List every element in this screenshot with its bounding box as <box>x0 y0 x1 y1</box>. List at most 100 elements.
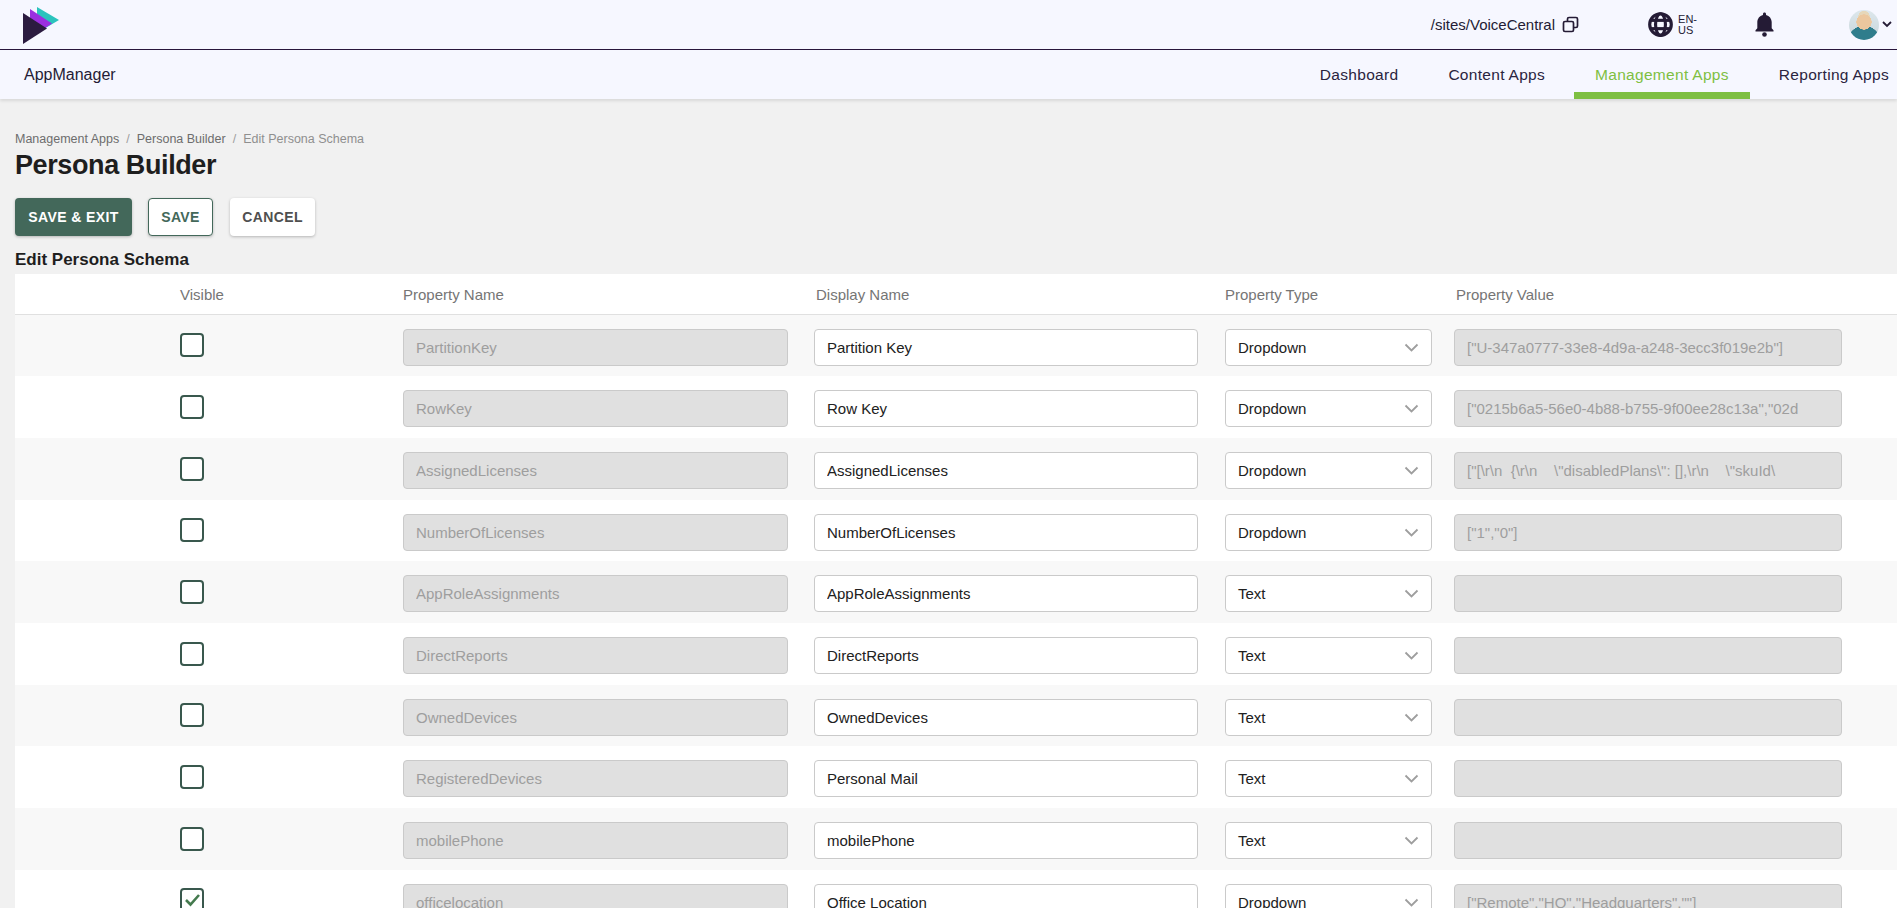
globe-icon <box>1647 11 1674 38</box>
property-type-value: Text <box>1238 709 1266 726</box>
user-menu[interactable] <box>1849 10 1892 40</box>
property-name-input <box>403 514 788 551</box>
property-value-input <box>1454 760 1842 797</box>
language-selector[interactable]: EN- US <box>1647 11 1697 38</box>
visible-checkbox[interactable] <box>180 827 204 851</box>
display-name-input[interactable] <box>814 575 1198 612</box>
property-type-value: Text <box>1238 585 1266 602</box>
column-header-visible: Visible <box>180 274 224 314</box>
cancel-button[interactable]: CANCEL <box>230 198 315 236</box>
property-type-select[interactable]: Text <box>1225 699 1432 736</box>
table-row: Text <box>15 808 1897 870</box>
table-row: Dropdown <box>15 376 1897 438</box>
nav-item-label: Content Apps <box>1448 66 1545 84</box>
column-header-property-name: Property Name <box>403 274 504 314</box>
property-type-select[interactable]: Dropdown <box>1225 390 1432 427</box>
save-and-exit-button[interactable]: SAVE & EXIT <box>15 198 132 236</box>
property-type-select[interactable]: Text <box>1225 822 1432 859</box>
property-type-select[interactable]: Text <box>1225 760 1432 797</box>
nav-item-label: Reporting Apps <box>1779 66 1889 84</box>
table-row: Text <box>15 685 1897 747</box>
table-row: Dropdown <box>15 500 1897 562</box>
property-name-input <box>403 760 788 797</box>
visible-checkbox[interactable] <box>180 703 204 727</box>
toolbar: SAVE & EXIT SAVE CANCEL <box>15 198 315 236</box>
user-menu-chevron-icon <box>1882 21 1892 28</box>
notifications-bell-icon[interactable] <box>1753 11 1776 38</box>
property-type-select[interactable]: Dropdown <box>1225 329 1432 366</box>
visible-checkbox[interactable] <box>180 333 204 357</box>
column-header-display-name: Display Name <box>816 274 909 314</box>
table-row: Text <box>15 623 1897 685</box>
display-name-input[interactable] <box>814 699 1198 736</box>
property-name-input <box>403 329 788 366</box>
window-copy-icon[interactable] <box>1562 16 1579 33</box>
display-name-input[interactable] <box>814 329 1198 366</box>
active-tab-underline <box>1574 92 1750 99</box>
table-row: Dropdown <box>15 315 1897 377</box>
property-value-input <box>1454 329 1842 366</box>
property-name-input <box>403 637 788 674</box>
table-row: Text <box>15 746 1897 808</box>
visible-checkbox[interactable] <box>180 765 204 789</box>
nav-item-label: Dashboard <box>1320 66 1399 84</box>
property-name-input <box>403 452 788 489</box>
visible-checkbox[interactable] <box>180 642 204 666</box>
property-value-input <box>1454 452 1842 489</box>
property-value-input <box>1454 699 1842 736</box>
visible-checkbox[interactable] <box>180 457 204 481</box>
visible-checkbox[interactable] <box>180 580 204 604</box>
property-value-input <box>1454 822 1842 859</box>
property-value-input <box>1454 514 1842 551</box>
property-type-value: Dropdown <box>1238 894 1306 908</box>
breadcrumb-separator: / <box>233 132 236 146</box>
column-header-property-type: Property Type <box>1225 274 1318 314</box>
save-button[interactable]: SAVE <box>148 198 213 236</box>
nav-item-dashboard[interactable]: Dashboard <box>1299 50 1420 99</box>
display-name-input[interactable] <box>814 822 1198 859</box>
property-type-select[interactable]: Text <box>1225 575 1432 612</box>
breadcrumb-management-apps[interactable]: Management Apps <box>15 132 119 146</box>
brand-logo-icon[interactable] <box>22 6 62 44</box>
nav-item-label: Management Apps <box>1595 66 1729 84</box>
property-name-input <box>403 822 788 859</box>
column-header-property-value: Property Value <box>1456 274 1554 314</box>
app-title[interactable]: AppManager <box>24 66 116 84</box>
property-value-input <box>1454 884 1842 908</box>
property-type-value: Dropdown <box>1238 462 1306 479</box>
property-name-input <box>403 884 788 908</box>
display-name-input[interactable] <box>814 452 1198 489</box>
property-type-select[interactable]: Dropdown <box>1225 452 1432 489</box>
site-path-label: /sites/VoiceCentral <box>1431 16 1555 33</box>
property-type-select[interactable]: Dropdown <box>1225 514 1432 551</box>
property-value-input <box>1454 390 1842 427</box>
display-name-input[interactable] <box>814 390 1198 427</box>
property-type-select[interactable]: Text <box>1225 637 1432 674</box>
nav-item-reporting-apps[interactable]: Reporting Apps <box>1758 50 1897 99</box>
display-name-input[interactable] <box>814 760 1198 797</box>
site-path[interactable]: /sites/VoiceCentral <box>1431 16 1579 33</box>
property-type-value: Text <box>1238 647 1266 664</box>
table-header: Visible Property Name Display Name Prope… <box>15 274 1897 315</box>
user-avatar[interactable] <box>1849 10 1879 40</box>
page: /sites/VoiceCentral EN- US <box>0 0 1897 908</box>
visible-checkbox[interactable] <box>180 518 204 542</box>
top-bar: /sites/VoiceCentral EN- US <box>0 0 1897 50</box>
breadcrumb: Management Apps/Persona Builder/Edit Per… <box>15 132 364 146</box>
visible-checkbox[interactable] <box>180 395 204 419</box>
nav-bar: AppManager Dashboard Content Apps Manageme… <box>0 50 1897 99</box>
language-line2: US <box>1678 25 1697 36</box>
table-row: Dropdown <box>15 870 1897 908</box>
breadcrumb-persona-builder[interactable]: Persona Builder <box>137 132 226 146</box>
page-title: Persona Builder <box>15 150 216 181</box>
nav-item-management-apps[interactable]: Management Apps <box>1574 50 1750 99</box>
display-name-input[interactable] <box>814 514 1198 551</box>
display-name-input[interactable] <box>814 637 1198 674</box>
breadcrumb-separator: / <box>126 132 129 146</box>
nav-item-content-apps[interactable]: Content Apps <box>1427 50 1566 99</box>
property-type-select[interactable]: Dropdown <box>1225 884 1432 908</box>
schema-table: Visible Property Name Display Name Prope… <box>15 274 1897 908</box>
display-name-input[interactable] <box>814 884 1198 908</box>
property-type-value: Text <box>1238 832 1266 849</box>
visible-checkbox[interactable] <box>180 888 204 908</box>
